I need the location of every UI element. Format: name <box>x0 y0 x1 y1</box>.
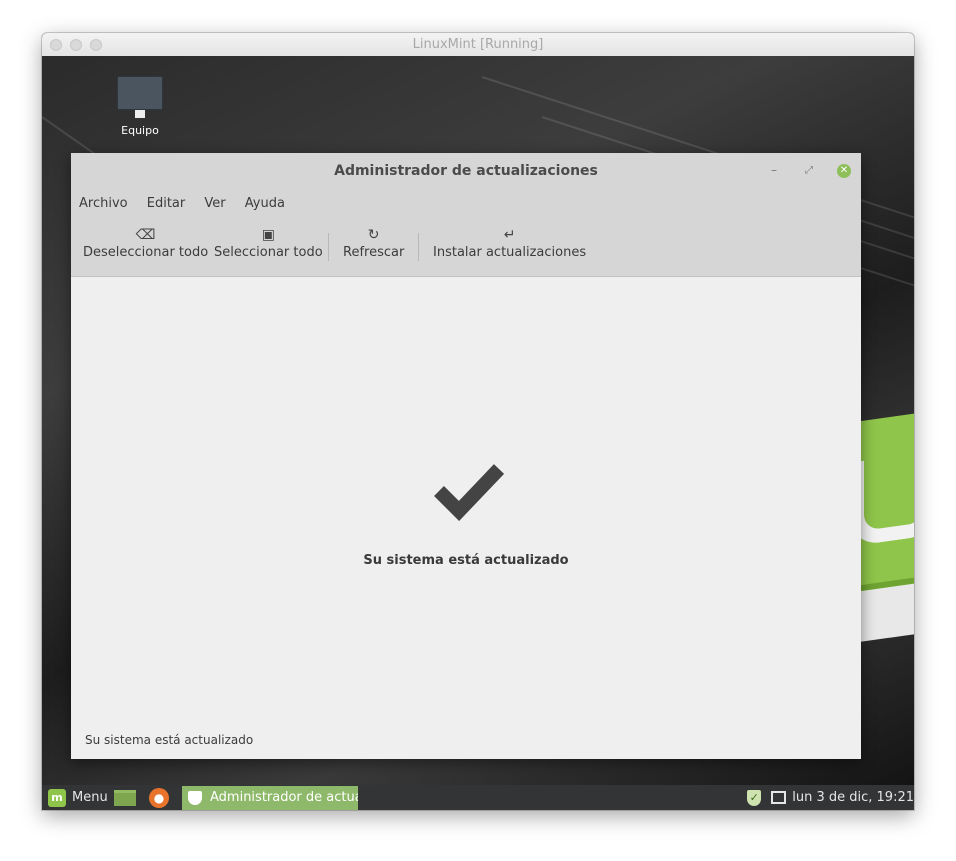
minimize-button[interactable]: – <box>771 163 777 177</box>
refresh-icon: ↻ <box>367 227 380 243</box>
install-updates-label: Instalar actualizaciones <box>433 245 587 260</box>
start-menu-button[interactable]: m Menu <box>48 788 108 808</box>
taskbar-window-label: Administrador de actual... <box>210 790 358 805</box>
up-to-date-message: Su sistema está actualizado <box>363 553 569 568</box>
checkmark-icon <box>434 464 505 521</box>
close-traffic-light[interactable] <box>50 39 62 51</box>
desktop-icon-label: Equipo <box>121 124 159 137</box>
menu-archivo[interactable]: Archivo <box>79 196 128 211</box>
vm-window: LinuxMint [Running] Equipo Administrador… <box>42 33 914 810</box>
update-shield-icon[interactable]: ✓ <box>747 789 762 806</box>
menu-ver[interactable]: Ver <box>204 196 225 211</box>
firefox-icon[interactable]: ● <box>149 788 169 808</box>
mint-logo-icon: m <box>48 788 66 807</box>
toolbar-separator <box>418 233 419 261</box>
menu-editar[interactable]: Editar <box>147 196 186 211</box>
vm-titlebar: LinuxMint [Running] <box>42 33 914 57</box>
window-title: Administrador de actualizaciones <box>334 163 598 179</box>
menu-label: Menu <box>72 790 108 805</box>
vm-title: LinuxMint [Running] <box>412 37 544 52</box>
computer-desktop-icon[interactable] <box>117 76 163 118</box>
shield-icon <box>188 791 202 805</box>
select-all-label: Seleccionar todo <box>214 245 323 260</box>
taskbar-window-button[interactable]: Administrador de actual... <box>182 786 358 810</box>
refresh-button[interactable]: ↻ Refrescar <box>343 225 404 260</box>
install-updates-button[interactable]: ↵ Instalar actualizaciones <box>433 225 586 260</box>
menu-bar: Archivo Editar Ver Ayuda <box>79 196 300 211</box>
clock[interactable]: lun 3 de dic, 19:21 <box>792 790 914 805</box>
desktop: Equipo Administrador de actualizaciones … <box>42 56 914 785</box>
select-all-icon: ▣ <box>261 227 275 243</box>
system-tray: ✓ lun 3 de dic, 19:21 <box>747 785 914 810</box>
minimize-traffic-light[interactable] <box>70 39 82 51</box>
menu-ayuda[interactable]: Ayuda <box>245 196 285 211</box>
refresh-label: Refrescar <box>343 245 405 260</box>
toolbar-separator <box>328 233 329 261</box>
close-button[interactable]: ✕ <box>837 164 851 178</box>
folder-icon[interactable] <box>114 790 136 806</box>
maximize-button[interactable]: ⤢ <box>805 165 813 176</box>
deselect-all-button[interactable]: ⌫ Deseleccionar todo <box>83 225 208 260</box>
zoom-traffic-light[interactable] <box>90 39 102 51</box>
taskbar: m Menu ● Administrador de actual... ✓ lun … <box>42 785 914 810</box>
update-manager-window: Administrador de actualizaciones – ⤢ ✕ A… <box>71 153 861 759</box>
toolbar: ⌫ Deseleccionar todo ▣ Seleccionar todo … <box>71 225 861 270</box>
select-all-button[interactable]: ▣ Seleccionar todo <box>214 225 323 260</box>
deselect-all-label: Deseleccionar todo <box>83 245 209 260</box>
return-icon: ↵ <box>503 227 516 243</box>
app-header: Administrador de actualizaciones – ⤢ ✕ A… <box>71 153 861 277</box>
backspace-icon: ⌫ <box>135 227 156 243</box>
status-bar-text: Su sistema está actualizado <box>85 733 254 747</box>
network-icon[interactable] <box>771 791 787 804</box>
